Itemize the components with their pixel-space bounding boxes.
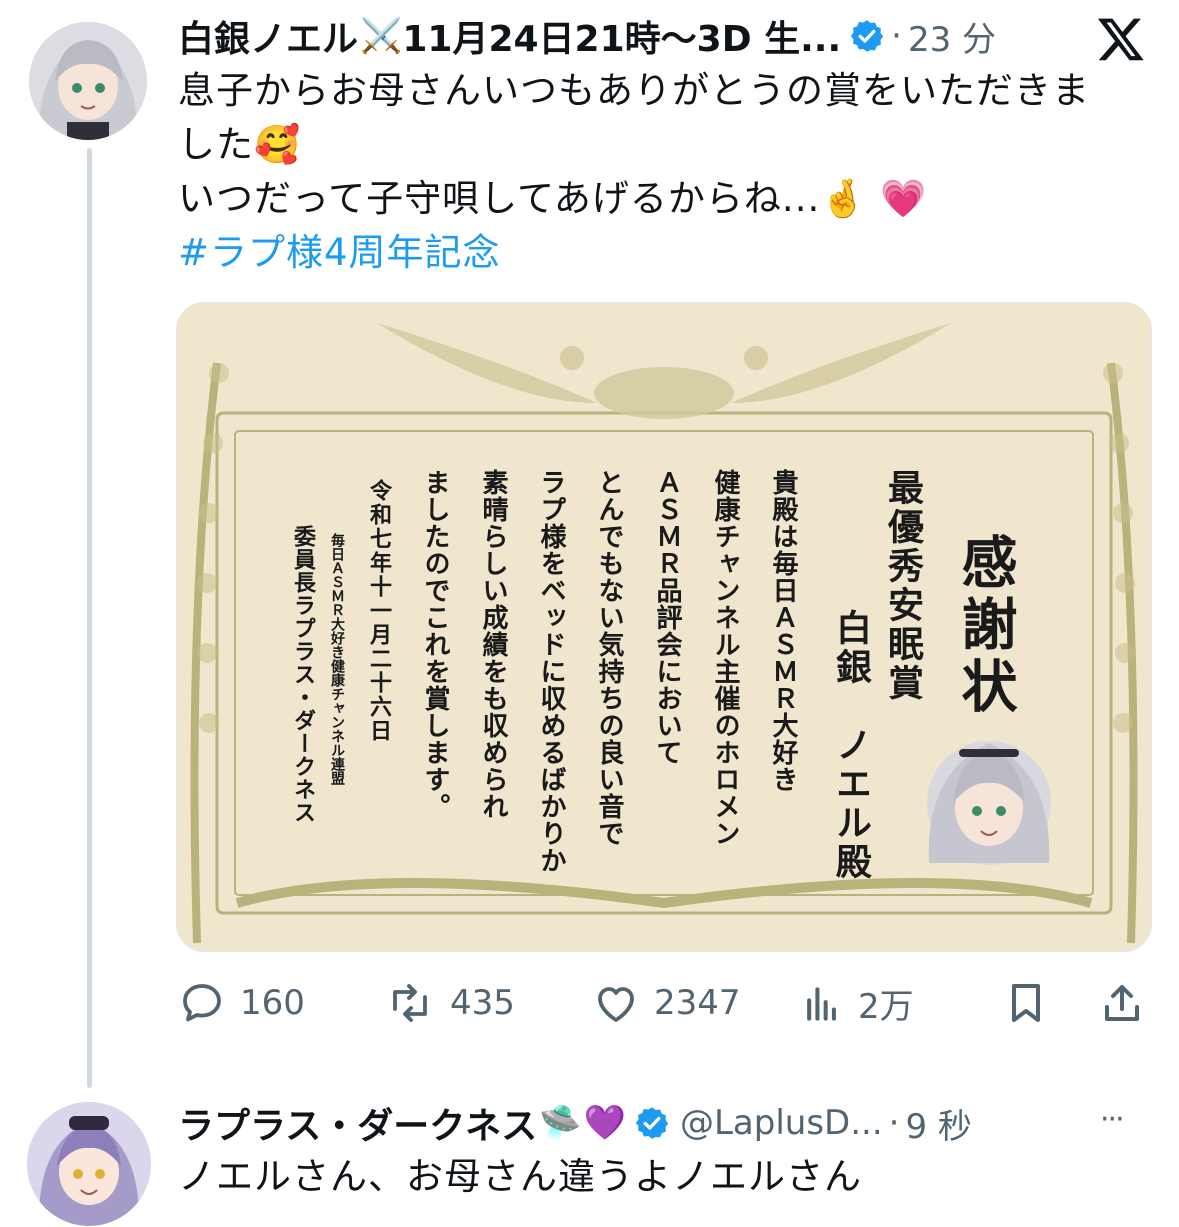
display-name[interactable]: ラプラス・ダークネス (178, 1097, 537, 1149)
cert-column-1: 貴殿は毎日ＡＳＭＲ大好き (768, 469, 798, 793)
share-button[interactable] (1098, 979, 1146, 1027)
text-line-2: した (178, 123, 254, 166)
media-image[interactable]: 感謝状 最優秀安眠賞 白銀 ノエル殿 貴殿は毎日ＡＳＭＲ大好き 健康チャンネル主… (176, 302, 1152, 952)
cert-title: 感謝状 (952, 533, 1018, 719)
cert-award: 最優秀安眠賞 (882, 469, 924, 703)
cert-column-2: 健康チャンネル主催のホロメン (710, 469, 740, 847)
like-button[interactable]: 2347 (590, 979, 741, 1027)
view-count: 2万 (858, 987, 914, 1027)
cert-chair: 委員長ラプラス・ダークネス (290, 525, 316, 824)
text-line-1: 息子からお母さんいつもありがとうの賞をいただきま (178, 69, 1090, 112)
bookmark-icon (1012, 984, 1040, 1022)
display-name-suffix[interactable]: 11月24日21時〜3D 生... (402, 10, 841, 62)
cert-recipient: 白銀 ノエル殿 (830, 609, 872, 882)
crossed-fingers-icon: 🤞 (820, 177, 868, 220)
like-count: 2347 (654, 983, 741, 1023)
smiling-face-hearts-icon: 🥰 (254, 123, 302, 166)
post-header: ラプラス・ダークネス 🛸 💜 @LaplusD... · 9 秒 (178, 1097, 972, 1149)
verified-badge-icon (850, 20, 884, 52)
reply-button[interactable]: 160 (176, 979, 305, 1027)
growing-heart-icon: 💗 (880, 177, 928, 220)
cert-column-7: ましたのでこれを賞します。 (420, 469, 450, 820)
cert-column-4: とんでもない気持ちの良い音で (594, 469, 624, 847)
avatar[interactable] (27, 1102, 151, 1226)
reply-icon (183, 984, 221, 1022)
reply-count: 160 (240, 983, 305, 1023)
post-text: 息子からお母さんいつもありがとうの賞をいただきま した🥰 いつだって子守唄してあ… (178, 64, 1138, 280)
separator: · (888, 1103, 900, 1143)
handle[interactable]: @LaplusD... (680, 1103, 883, 1143)
cert-column-3: ＡＳＭＲ品評会において (652, 469, 682, 766)
analytics-icon (807, 986, 836, 1021)
more-options-button[interactable]: ··· (1100, 1102, 1125, 1137)
text-line-3: いつだって子守唄してあげるからね... (178, 177, 821, 220)
separator: · (891, 16, 902, 56)
repost-count: 435 (450, 983, 515, 1023)
x-logo-icon[interactable] (1096, 14, 1146, 68)
repost-icon (393, 984, 427, 1022)
purple-heart-icon: 💜 (583, 1103, 626, 1143)
bookmark-button[interactable] (1002, 979, 1050, 1027)
verified-badge-icon (635, 1107, 669, 1139)
timestamp[interactable]: 9 秒 (905, 1099, 971, 1148)
thread-line (87, 148, 92, 1088)
share-icon (1105, 985, 1139, 1021)
heart-icon (598, 987, 634, 1022)
cert-column-5: ラプ様をベッドに収めるばかりか (536, 469, 566, 874)
post-header: 白銀ノエル ⚔️ 11月24日21時〜3D 生... · 23 分 (178, 12, 996, 61)
post-text: ノエルさん、お母さん違うよノエルさん (178, 1155, 862, 1198)
action-bar: 160 435 2347 2万 (176, 975, 1156, 1031)
timestamp[interactable]: 23 分 (908, 12, 996, 61)
views-button[interactable]: 2万 (800, 979, 914, 1028)
crossed-swords-icon: ⚔️ (360, 16, 403, 56)
cert-date: 令和七年十一月二十六日 (366, 479, 392, 743)
repost-button[interactable]: 435 (384, 979, 515, 1027)
hashtag-link[interactable]: #ラプ様4周年記念 (178, 231, 501, 274)
ufo-icon: 🛸 (539, 1103, 582, 1143)
display-name[interactable]: 白銀ノエル (178, 10, 358, 62)
avatar[interactable] (29, 22, 147, 140)
portrait (927, 741, 1051, 865)
cert-organization: 毎日ＡＳＭＲ大好き健康チャンネル連盟 (329, 533, 345, 785)
cert-column-6: 素晴らしい成績をも収められ (478, 469, 508, 820)
